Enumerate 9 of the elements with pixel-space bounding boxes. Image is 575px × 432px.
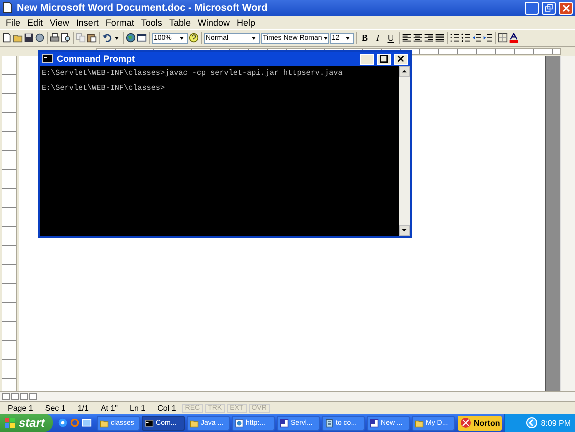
status-field: Sec 1: [39, 404, 72, 412]
status-field: At 1": [94, 404, 124, 412]
status-field: Page 1: [2, 404, 40, 412]
status-field: 1/1: [72, 404, 95, 412]
status-field: Ln 1: [124, 404, 152, 412]
window-title: Command Prompt: [57, 54, 136, 64]
clock: 8:09 PM: [541, 418, 571, 428]
window-title: New Microsoft Word Document.doc - Microsoft Word: [17, 2, 269, 14]
status-field: Col 1: [152, 404, 182, 412]
